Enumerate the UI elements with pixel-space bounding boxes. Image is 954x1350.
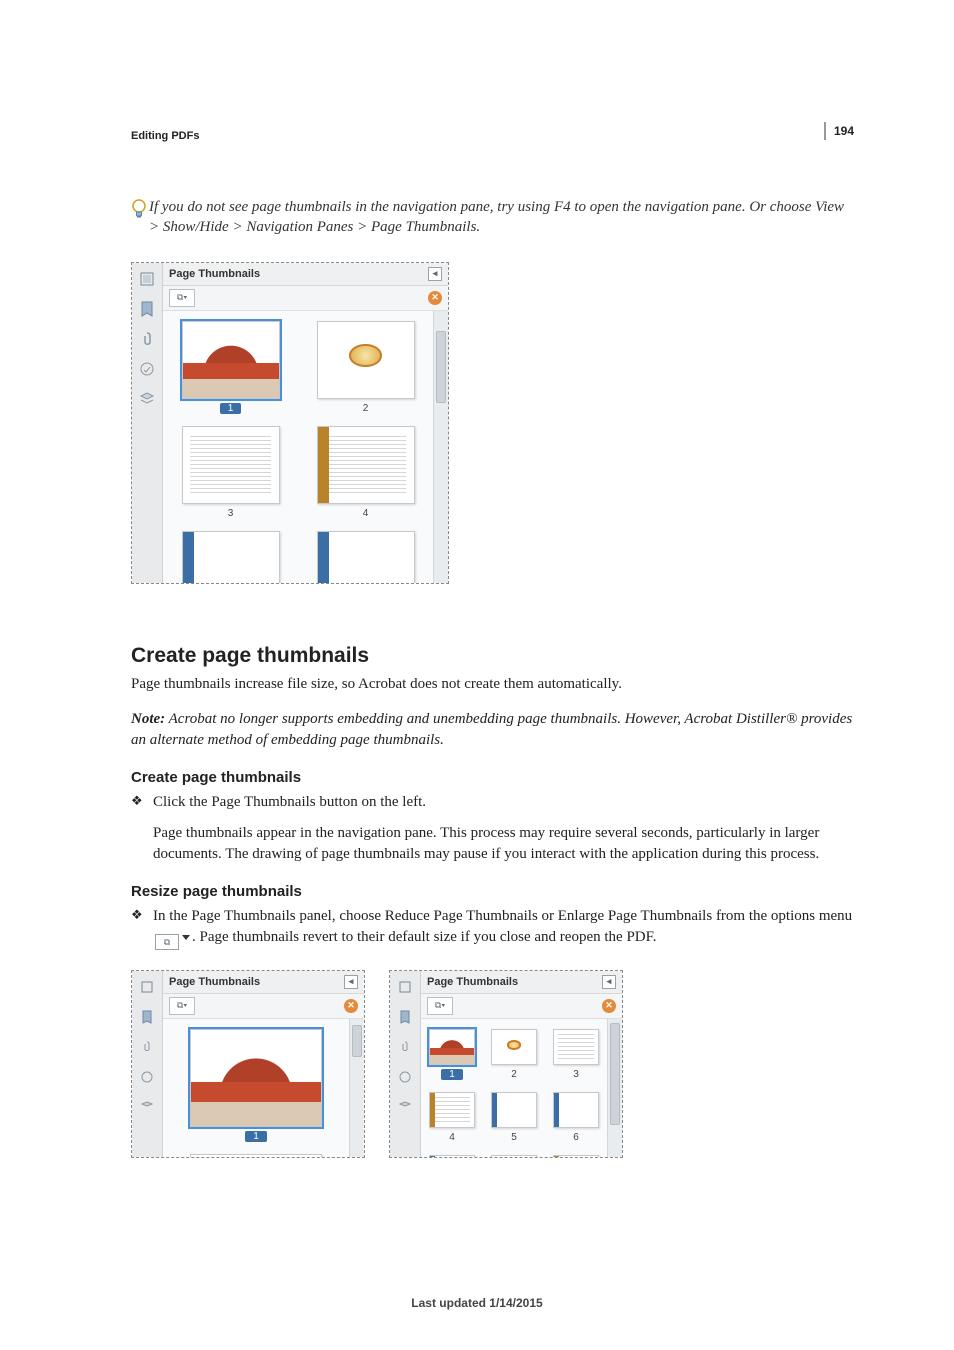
signatures-icon[interactable] [395,1067,415,1087]
nav-rail [132,971,163,1157]
bookmark-icon[interactable] [395,1007,415,1027]
thumb-page-number: 4 [363,508,369,519]
page-thumbnail[interactable]: 8 [491,1155,537,1157]
tip: If you do not see page thumbnails in the… [131,197,854,238]
layers-icon[interactable] [395,1097,415,1117]
step-create-para: Page thumbnails appear in the navigation… [131,823,854,865]
subhead-resize: Resize page thumbnails [131,883,854,900]
page-thumbnail[interactable]: 1 [171,321,290,414]
footer-last-updated: Last updated 1/14/2015 [0,1296,954,1310]
section-create-para: Page thumbnails increase file size, so A… [131,674,854,695]
figure-thumbnails-enlarged: Page Thumbnails ◂ ⧉▾ ✕ 12 [131,970,365,1158]
thumb-page-number: 2 [363,403,369,414]
options-menu-icon[interactable]: ⧉▾ [169,997,195,1015]
page-thumbnail[interactable]: 7 [429,1155,475,1157]
options-menu-inline-icon: ⧉ [155,934,179,950]
attachment-icon[interactable] [137,329,157,349]
vertical-scrollbar[interactable] [433,311,448,583]
page-thumbnail[interactable]: 4 [306,426,425,519]
section-title-create: Create page thumbnails [131,644,854,668]
chapter-heading: Editing PDFs [131,130,854,142]
options-menu-icon[interactable]: ⧉▾ [427,997,453,1015]
layers-icon[interactable] [137,389,157,409]
thumbnails-grid: 1 2 3 4 56 [171,321,425,583]
signatures-icon[interactable] [137,1067,157,1087]
page-thumbnail[interactable]: 2 [306,321,425,414]
tip-text: If you do not see page thumbnails in the… [149,197,854,238]
thumb-page-number: 3 [573,1069,579,1080]
section-create-note: Note: Acrobat no longer supports embeddi… [131,709,854,751]
step-resize-post: . Page thumbnails revert to their defaul… [192,929,657,945]
dropdown-caret-icon [182,935,190,940]
vertical-scrollbar[interactable] [349,1019,364,1157]
page-thumbnails-icon[interactable] [137,977,157,997]
note-label: Note: [131,711,165,727]
vertical-scrollbar[interactable] [607,1019,622,1157]
page-thumbnail[interactable]: 5 [491,1092,537,1143]
attachment-icon[interactable] [395,1037,415,1057]
page-thumbnail[interactable]: 5 [171,531,290,583]
figure-page-thumbnails-panel: Page Thumbnails ◂ ⧉▾ ✕ 1 2 3 4 56 [131,262,449,584]
thumb-page-number: 1 [220,403,242,414]
thumb-page-number: 5 [511,1132,517,1143]
panel-collapse-icon[interactable]: ◂ [428,267,442,281]
options-menu-icon[interactable]: ⧉▾ [169,289,195,307]
page-thumbnails-icon[interactable] [395,977,415,997]
signatures-icon[interactable] [137,359,157,379]
page-thumbnail[interactable]: 4 [429,1092,475,1143]
page-thumbnail[interactable]: 2 [171,1154,341,1157]
thumb-page-number: 1 [441,1069,463,1080]
step-resize: In the Page Thumbnails panel, choose Red… [131,906,854,950]
bookmark-icon[interactable] [137,299,157,319]
page-thumbnail[interactable]: 2 [491,1029,537,1080]
layers-icon[interactable] [137,1097,157,1117]
page-thumbnail[interactable]: 9 [553,1155,599,1157]
attachment-icon[interactable] [137,1037,157,1057]
page-thumbnails-icon[interactable] [137,269,157,289]
thumb-page-number: 6 [573,1132,579,1143]
figure-thumbnails-reduced: Page Thumbnails ◂ ⧉▾ ✕ 1 2 3 4 5 6 7 8 9 [389,970,623,1158]
thumb-page-number: 1 [245,1131,267,1142]
thumbnails-grid: 1 2 3 4 5 6 7 8 9 [429,1029,599,1157]
step-resize-pre: In the Page Thumbnails panel, choose Red… [153,908,852,924]
thumbnails-grid: 12 [171,1029,341,1157]
panel-title: Page Thumbnails [427,976,518,988]
panel-close-icon[interactable]: ✕ [428,291,442,305]
thumb-page-number: 2 [511,1069,517,1080]
lightbulb-icon [131,199,149,226]
thumb-page-number: 3 [228,508,234,519]
page-thumbnail[interactable]: 1 [429,1029,475,1080]
page-thumbnail[interactable]: 6 [306,531,425,583]
page-number: 194 [824,122,854,140]
page-thumbnail[interactable]: 3 [553,1029,599,1080]
note-text: Acrobat no longer supports embedding and… [131,711,852,748]
panel-close-icon[interactable]: ✕ [344,999,358,1013]
nav-rail [390,971,421,1157]
panel-title: Page Thumbnails [169,976,260,988]
panel-close-icon[interactable]: ✕ [602,999,616,1013]
subhead-create: Create page thumbnails [131,769,854,786]
panel-title: Page Thumbnails [169,268,260,280]
panel-collapse-icon[interactable]: ◂ [602,975,616,989]
page-thumbnail[interactable]: 6 [553,1092,599,1143]
nav-rail [132,263,163,583]
page-thumbnail[interactable]: 3 [171,426,290,519]
thumb-page-number: 4 [449,1132,455,1143]
panel-collapse-icon[interactable]: ◂ [344,975,358,989]
page-thumbnail[interactable]: 1 [171,1029,341,1142]
bookmark-icon[interactable] [137,1007,157,1027]
step-create: Click the Page Thumbnails button on the … [131,792,854,813]
